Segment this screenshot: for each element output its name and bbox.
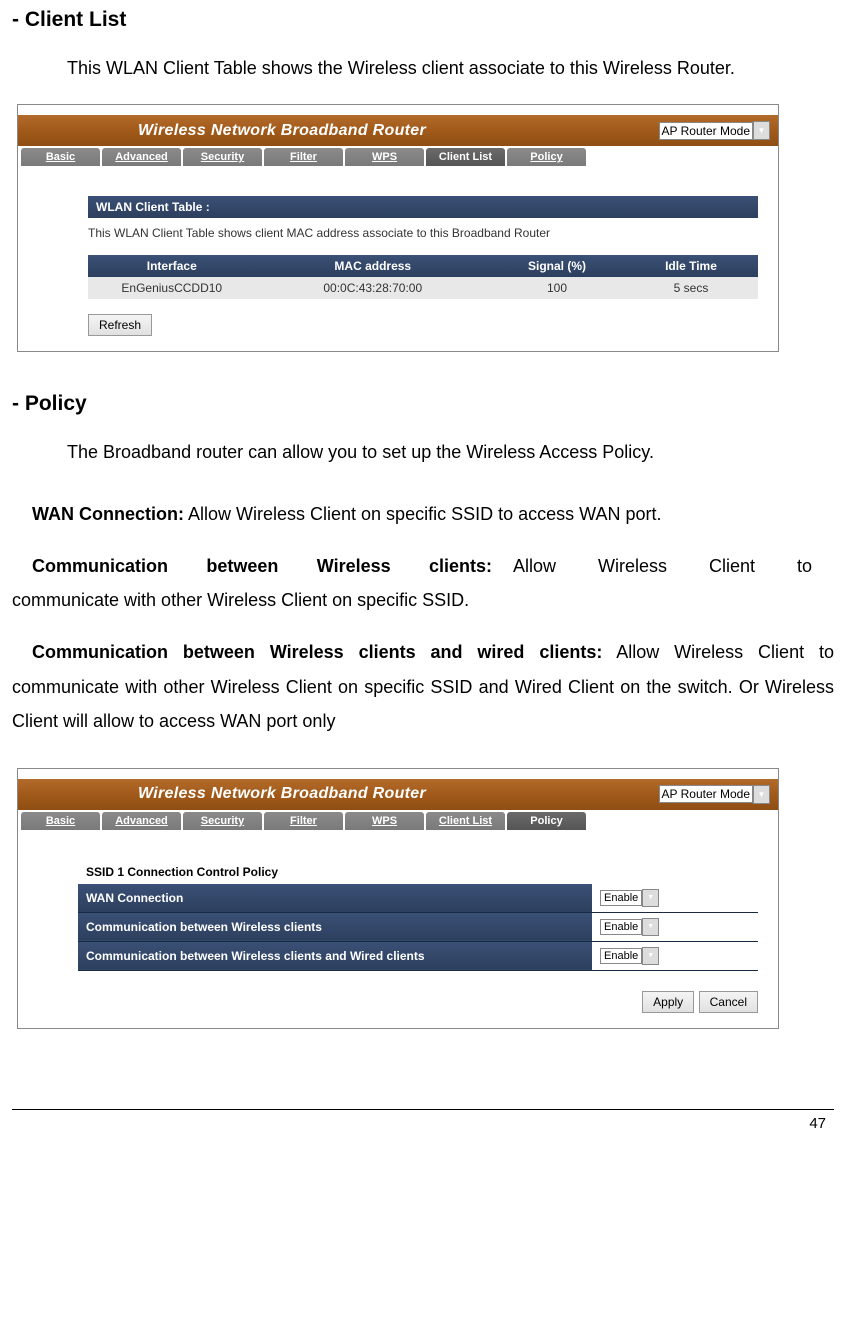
tab-basic[interactable]: Basic bbox=[21, 812, 100, 830]
tab-client-list[interactable]: Client List bbox=[426, 812, 505, 830]
col-signal: Signal (%) bbox=[490, 255, 624, 277]
client-list-intro: This WLAN Client Table shows the Wireles… bbox=[37, 52, 834, 84]
tab-advanced[interactable]: Advanced bbox=[102, 148, 181, 166]
tab-filter[interactable]: Filter bbox=[264, 812, 343, 830]
comm-wired-def: Communication between Wireless clients a… bbox=[12, 635, 834, 738]
wlan-desc: This WLAN Client Table shows client MAC … bbox=[88, 226, 758, 240]
tab-policy[interactable]: Policy bbox=[507, 148, 586, 166]
cell-idle: 5 secs bbox=[624, 277, 758, 299]
mode-value: AP Router Mode bbox=[659, 785, 754, 803]
router-ui-client-list: Wireless Network Broadband Router AP Rou… bbox=[17, 104, 779, 352]
policy-wired-label: Communication between Wireless clients a… bbox=[78, 941, 592, 970]
policy-intro: The Broadband router can allow you to se… bbox=[37, 436, 834, 468]
tab-policy[interactable]: Policy bbox=[507, 812, 586, 830]
tab-security[interactable]: Security bbox=[183, 148, 262, 166]
cell-mac: 00:0C:43:28:70:00 bbox=[256, 277, 491, 299]
comm-wireless-def: Communication between Wireless clients: … bbox=[12, 549, 834, 617]
heading-policy: - Policy bbox=[12, 392, 834, 416]
wan-connection-def: WAN Connection: Allow Wireless Client on… bbox=[12, 497, 834, 531]
chevron-down-icon[interactable]: ▼ bbox=[753, 785, 770, 804]
router-title: Wireless Network Broadband Router bbox=[138, 785, 426, 803]
mode-dropdown[interactable]: AP Router Mode ▼ bbox=[659, 785, 771, 804]
cancel-button[interactable]: Cancel bbox=[699, 991, 758, 1013]
router-ui-policy: Wireless Network Broadband Router AP Rou… bbox=[17, 768, 779, 1029]
policy-wan-label: WAN Connection bbox=[78, 884, 592, 913]
mode-value: AP Router Mode bbox=[659, 122, 754, 140]
chevron-down-icon[interactable]: ▼ bbox=[753, 121, 770, 140]
cell-signal: 100 bbox=[490, 277, 624, 299]
tab-wps[interactable]: WPS bbox=[345, 812, 424, 830]
chevron-down-icon[interactable]: ▼ bbox=[642, 947, 659, 965]
chevron-down-icon[interactable]: ▼ bbox=[642, 918, 659, 936]
mode-dropdown[interactable]: AP Router Mode ▼ bbox=[659, 121, 771, 140]
page-number: 47 bbox=[0, 1110, 846, 1142]
tab-basic[interactable]: Basic bbox=[21, 148, 100, 166]
policy-wireless-label: Communication between Wireless clients bbox=[78, 912, 592, 941]
tab-security[interactable]: Security bbox=[183, 812, 262, 830]
wired-enable-dropdown[interactable]: Enable ▼ bbox=[600, 947, 750, 965]
col-interface: Interface bbox=[88, 255, 256, 277]
table-row: EnGeniusCCDD10 00:0C:43:28:70:00 100 5 s… bbox=[88, 277, 758, 299]
refresh-button[interactable]: Refresh bbox=[88, 314, 152, 336]
client-table: Interface MAC address Signal (%) Idle Ti… bbox=[88, 255, 758, 299]
col-mac: MAC address bbox=[256, 255, 491, 277]
tab-filter[interactable]: Filter bbox=[264, 148, 343, 166]
wan-enable-dropdown[interactable]: Enable ▼ bbox=[600, 889, 750, 907]
policy-section-title: SSID 1 Connection Control Policy bbox=[78, 860, 758, 884]
tab-advanced[interactable]: Advanced bbox=[102, 812, 181, 830]
col-idle: Idle Time bbox=[624, 255, 758, 277]
tab-client-list[interactable]: Client List bbox=[426, 148, 505, 166]
policy-table: SSID 1 Connection Control Policy WAN Con… bbox=[78, 860, 758, 971]
apply-button[interactable]: Apply bbox=[642, 991, 694, 1013]
tab-wps[interactable]: WPS bbox=[345, 148, 424, 166]
chevron-down-icon[interactable]: ▼ bbox=[642, 889, 659, 907]
heading-client-list: - Client List bbox=[12, 8, 834, 32]
cell-interface: EnGeniusCCDD10 bbox=[88, 277, 256, 299]
router-title: Wireless Network Broadband Router bbox=[138, 122, 426, 140]
wlan-section-bar: WLAN Client Table : bbox=[88, 196, 758, 218]
wireless-enable-dropdown[interactable]: Enable ▼ bbox=[600, 918, 750, 936]
